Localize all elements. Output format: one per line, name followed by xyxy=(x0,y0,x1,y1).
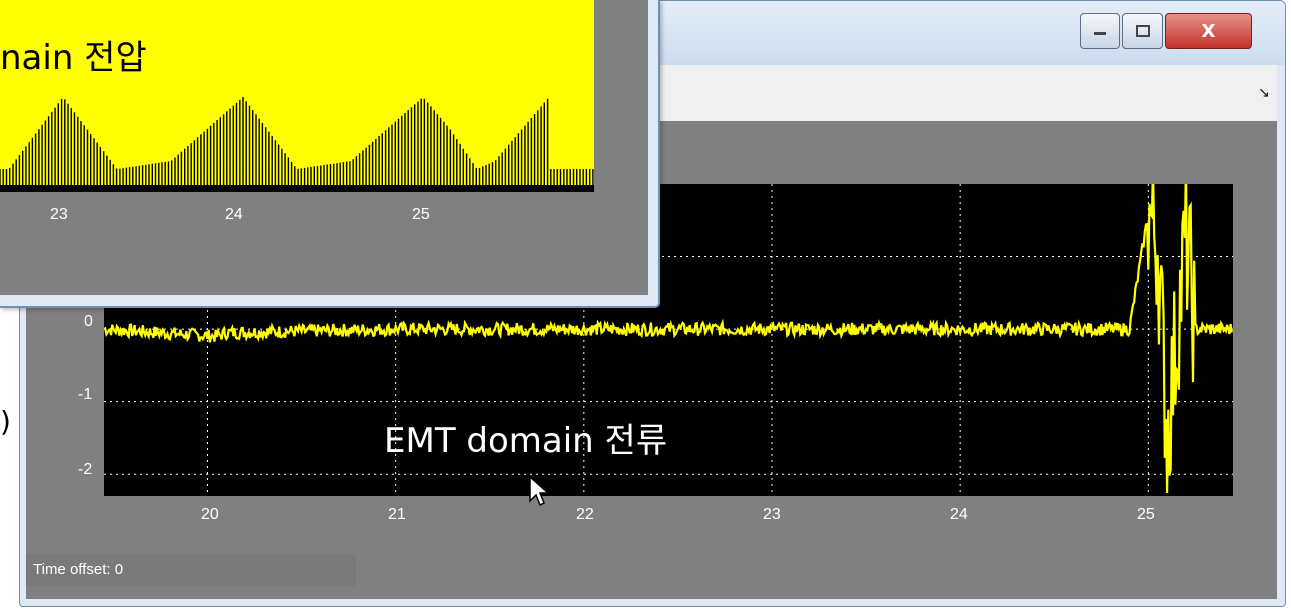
voltage-overlay-label: nain 전압 xyxy=(0,38,147,78)
x-tick-label: 23 xyxy=(50,206,68,223)
voltage-plot-area[interactable] xyxy=(0,0,594,192)
maximize-icon xyxy=(1135,25,1150,37)
time-offset-text: Time offset: 0 xyxy=(33,561,124,578)
mouse-cursor-icon xyxy=(529,475,550,507)
current-overlay-label: EMT domain 전류 xyxy=(384,421,668,461)
x-tick-label: 21 xyxy=(388,506,406,523)
y-tick-label: -1 xyxy=(78,386,93,403)
voltage-baseline xyxy=(0,185,594,192)
x-tick-label: 25 xyxy=(1137,506,1155,523)
maximize-button[interactable] xyxy=(1122,13,1163,49)
x-tick-label: 24 xyxy=(950,506,968,523)
close-button[interactable]: X xyxy=(1165,13,1252,49)
x-tick-label: 25 xyxy=(412,206,430,223)
y-tick-label: -2 xyxy=(78,461,93,478)
voltage-scope-window: nain 전압 23 24 25 xyxy=(0,0,660,308)
minimize-button[interactable] xyxy=(1080,13,1120,49)
dock-arrow-icon[interactable]: ↘ xyxy=(1258,85,1270,101)
y-tick-label: 0 xyxy=(84,313,93,330)
minimize-icon xyxy=(1094,32,1106,35)
voltage-series-line xyxy=(0,97,594,185)
voltage-plot-svg xyxy=(0,97,594,192)
close-icon: X xyxy=(1201,20,1216,42)
x-tick-label: 24 xyxy=(225,206,243,223)
x-tick-label: 20 xyxy=(201,506,219,523)
x-tick-label: 23 xyxy=(763,506,781,523)
x-tick-label: 22 xyxy=(576,506,594,523)
offscreen-text-fragment: ) xyxy=(0,405,11,438)
